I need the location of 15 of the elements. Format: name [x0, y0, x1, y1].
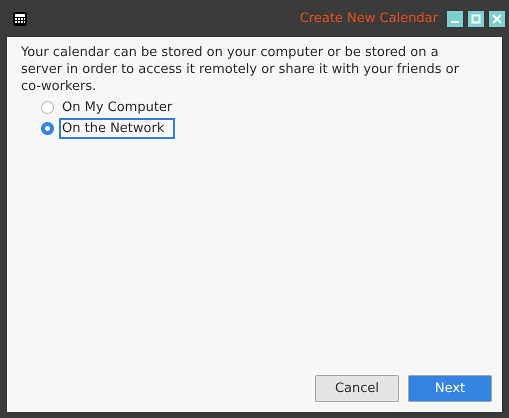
radio-button[interactable] — [41, 100, 54, 114]
maximize-icon — [471, 14, 481, 24]
calendar-icon — [13, 12, 27, 26]
description-text: Your calendar can be stored on your computer or be stored on a server in order to access it remotely or share it with your friends or co-workers. — [21, 44, 460, 95]
maximize-button[interactable] — [468, 10, 484, 26]
close-icon — [492, 14, 502, 24]
minimize-icon — [451, 21, 459, 23]
window-title: Create New Calendar — [300, 11, 438, 26]
cancel-button[interactable]: Cancel — [315, 375, 399, 402]
minimize-button[interactable] — [447, 10, 463, 26]
next-button[interactable]: Next — [408, 375, 492, 402]
option-label[interactable]: On My Computer — [59, 96, 176, 118]
close-button[interactable] — [489, 10, 505, 26]
option-label[interactable]: On the Network — [59, 118, 175, 138]
radio-button[interactable] — [41, 122, 54, 134]
